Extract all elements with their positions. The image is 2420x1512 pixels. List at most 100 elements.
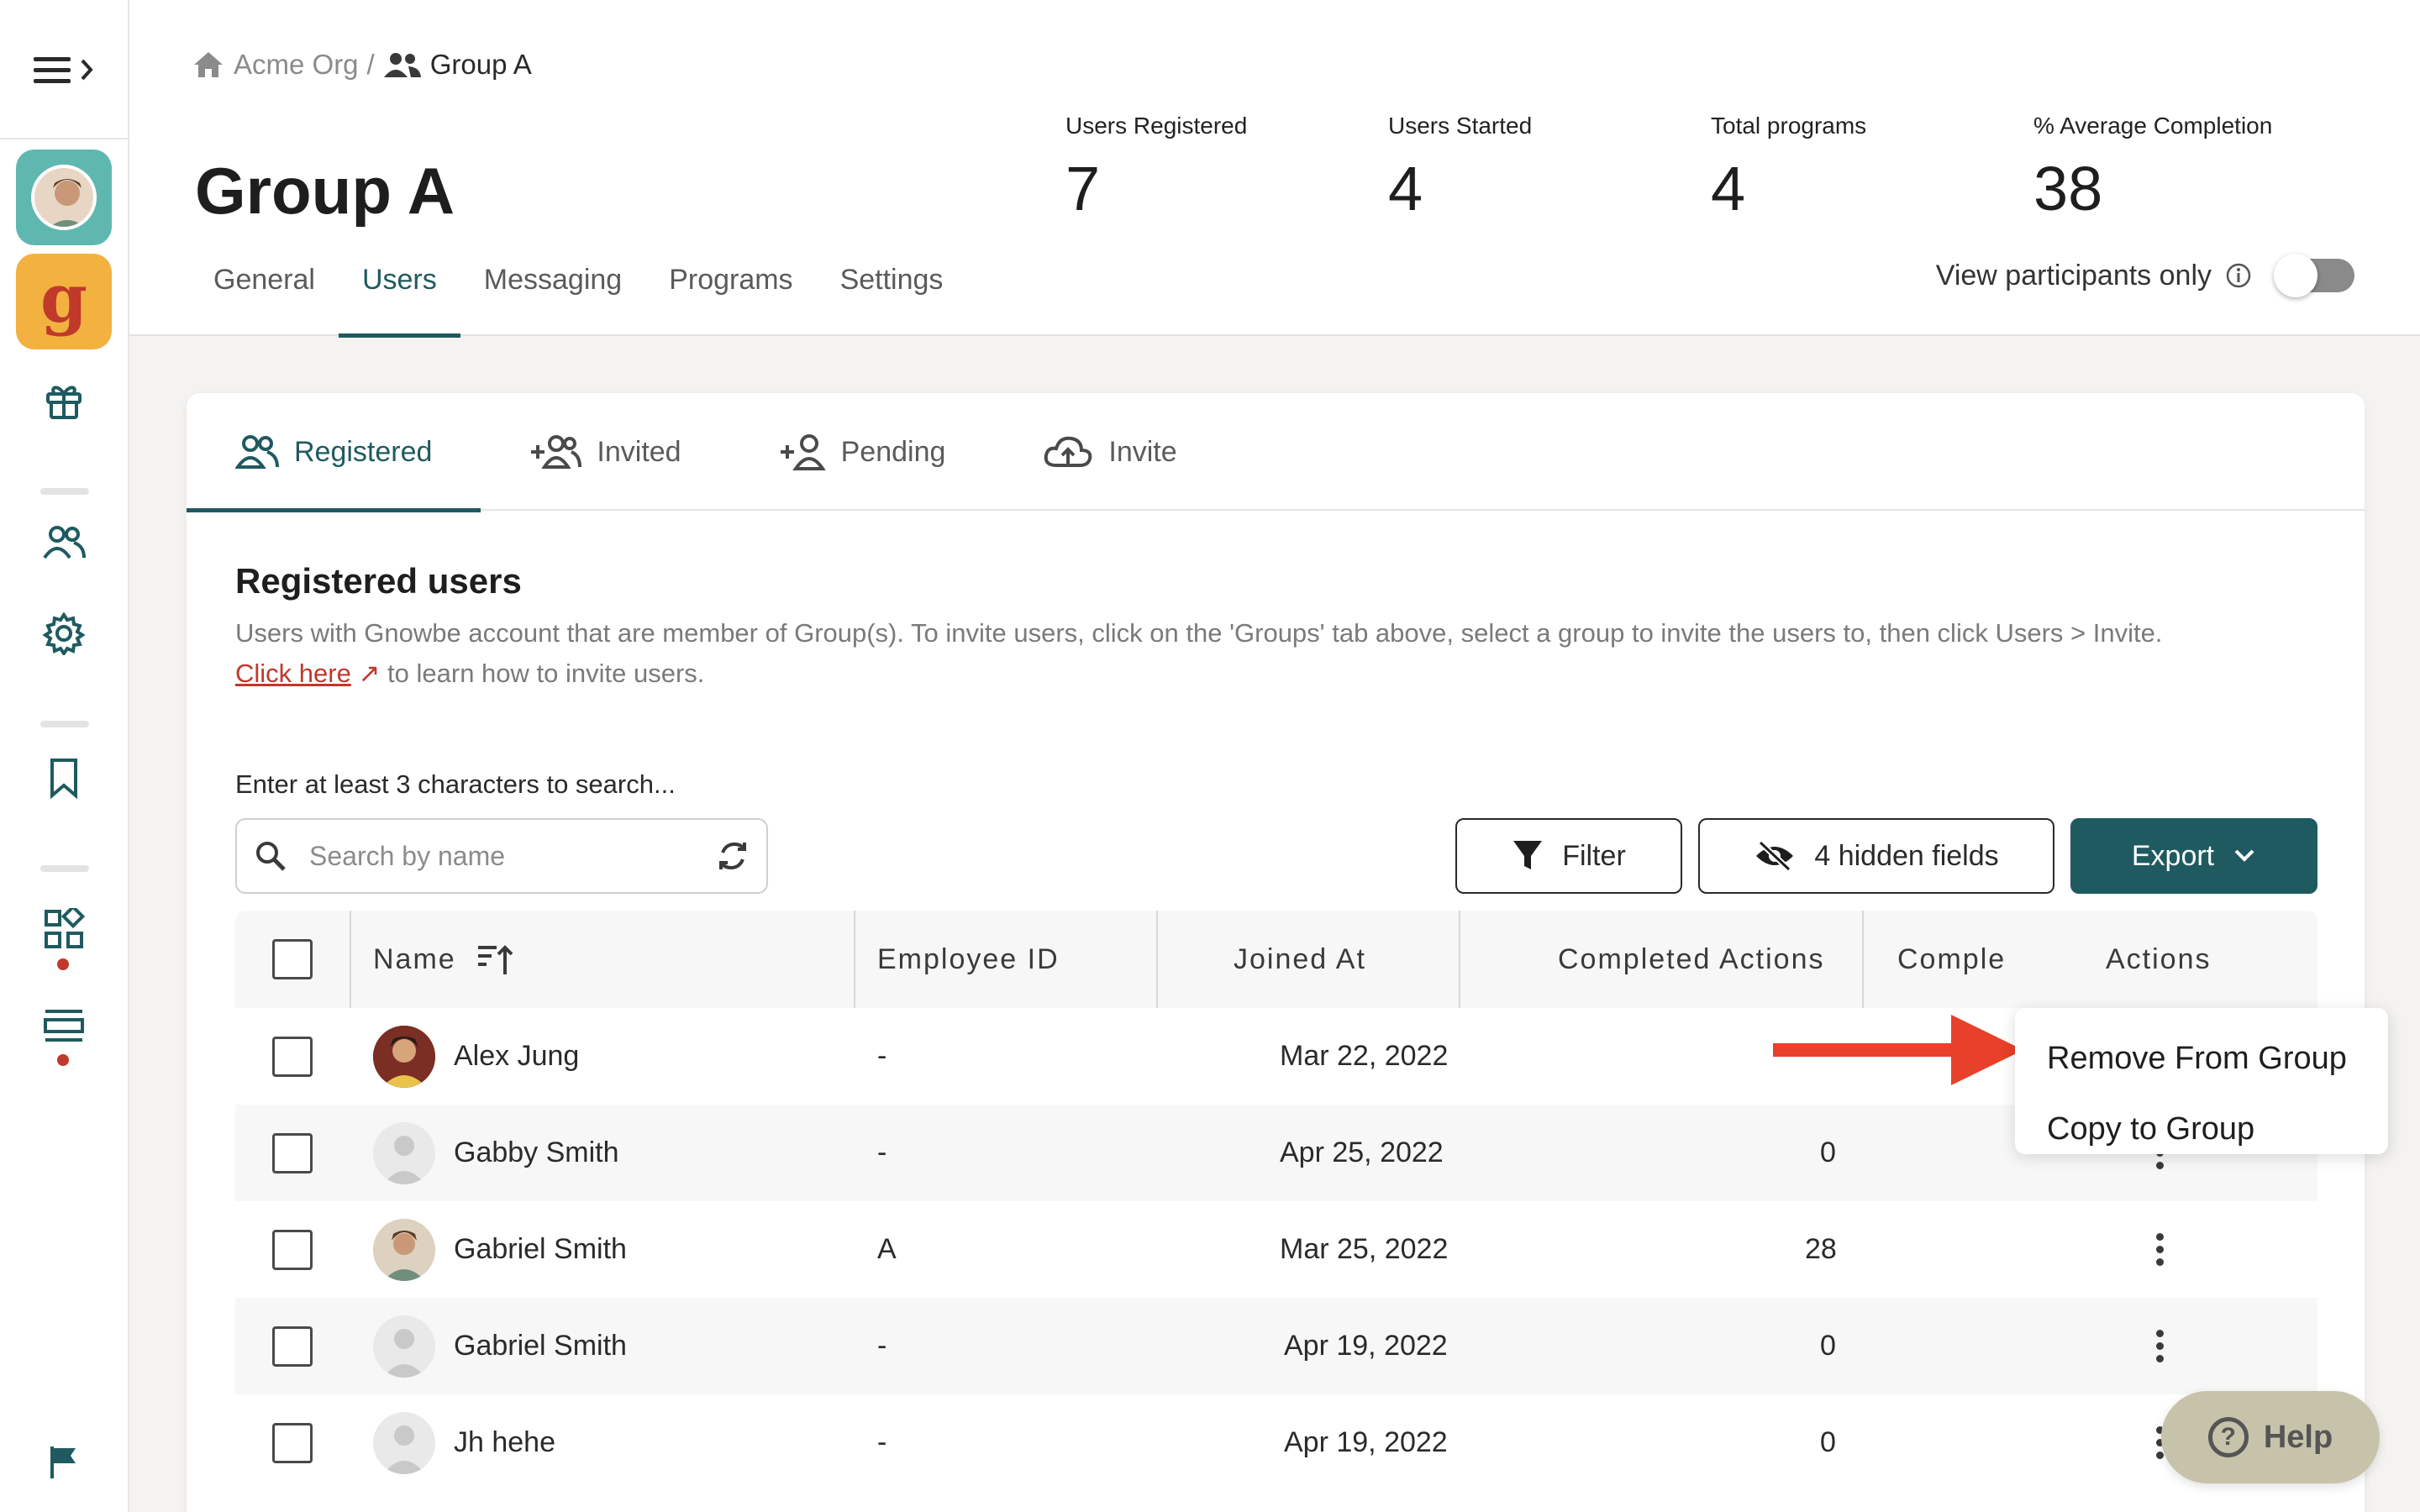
avatar	[373, 1025, 435, 1088]
col-joined-at[interactable]: Joined At	[1234, 911, 1366, 1008]
user-name[interactable]: Alex Jung	[454, 1040, 579, 1073]
tab-programs[interactable]: Programs	[645, 249, 816, 336]
subtab-registered[interactable]: Registered	[187, 393, 481, 512]
row-select-cell	[272, 1105, 313, 1201]
name-cell: Gabriel Smith	[373, 1298, 627, 1394]
users-icon[interactable]	[39, 517, 89, 568]
completed-actions-cell: 0	[1820, 1330, 1836, 1362]
subtab-label: Invite	[1108, 435, 1177, 468]
participants-toggle[interactable]	[2274, 254, 2354, 297]
joined-at-cell: Apr 19, 2022	[1284, 1426, 1448, 1458]
tab-messaging[interactable]: Messaging	[460, 249, 645, 336]
gift-icon[interactable]	[39, 375, 89, 425]
home-icon[interactable]	[192, 50, 225, 80]
user-name[interactable]: Gabriel Smith	[454, 1233, 627, 1266]
row-checkbox[interactable]	[272, 1132, 313, 1173]
row-checkbox[interactable]	[272, 1326, 313, 1367]
search-placeholder: Search by name	[309, 840, 506, 871]
breadcrumb-separator: /	[366, 49, 375, 80]
user-name[interactable]: Gabby Smith	[454, 1137, 619, 1169]
employee-id-cell: A	[877, 1233, 897, 1265]
invited-users-icon	[531, 435, 582, 469]
subtab-label: Invited	[597, 435, 681, 468]
notification-dot	[57, 958, 69, 970]
link-suffix: to learn how to invite users.	[380, 659, 705, 688]
export-button[interactable]: Export	[2070, 818, 2317, 894]
table-row[interactable]: Gabriel Smith A Mar 25, 2022 28	[235, 1201, 2317, 1298]
select-all-cell	[272, 911, 313, 1008]
user-name[interactable]: Jh hehe	[454, 1426, 555, 1459]
row-checkbox[interactable]	[272, 1422, 313, 1463]
table-row[interactable]: Jh hehe - Apr 19, 2022 0	[235, 1394, 2317, 1491]
refresh-icon[interactable]	[716, 839, 750, 873]
row-select-cell	[272, 1201, 313, 1298]
notification-dot	[57, 1054, 69, 1066]
completed-actions-cell: 0	[1820, 1426, 1836, 1458]
tab-settings[interactable]: Settings	[817, 249, 967, 336]
col-completed-actions[interactable]: Completed Actions	[1558, 911, 1825, 1008]
hamburger-icon	[34, 57, 93, 83]
help-link-line: Click here ↗ to learn how to invite user…	[235, 654, 2319, 694]
subtab-pending[interactable]: Pending	[730, 393, 995, 511]
name-cell: Jh hehe	[373, 1394, 555, 1491]
tab-general[interactable]: General	[190, 249, 339, 336]
table-row[interactable]: Gabby Smith - Apr 25, 2022 0	[235, 1105, 2317, 1201]
select-all-checkbox[interactable]	[272, 939, 313, 979]
click-here-link[interactable]: Click here	[235, 659, 351, 688]
subtab-invited[interactable]: Invited	[481, 393, 729, 511]
bookmark-icon[interactable]	[39, 753, 89, 803]
gnowbe-logo-icon: g	[40, 259, 87, 338]
row-checkbox[interactable]	[272, 1229, 313, 1270]
stat-users-registered: Users Registered 7	[1065, 113, 1247, 224]
flag-icon[interactable]	[39, 1436, 89, 1487]
layout-list-icon[interactable]	[39, 1001, 89, 1052]
settings-gear-icon[interactable]	[39, 608, 89, 659]
user-subtabs: Registered Invited Pending Invite	[187, 393, 2365, 512]
joined-at-cell: Apr 25, 2022	[1280, 1137, 1444, 1168]
description-text: Users with Gnowbe account that are membe…	[235, 618, 2163, 648]
column-divider	[1156, 911, 1158, 1008]
menu-toggle-button[interactable]	[34, 52, 101, 89]
users-table: Name Employee ID Joined At Completed Act…	[235, 911, 2317, 1491]
column-divider	[854, 911, 855, 1008]
group-header: Acme Org / Group A Group A Users Registe…	[129, 0, 2420, 338]
subtab-invite[interactable]: Invite	[994, 393, 1225, 511]
gnowbe-app-tile[interactable]: g	[16, 254, 112, 349]
add-user-icon	[780, 434, 826, 470]
stat-label: Users Registered	[1065, 113, 1248, 139]
hidden-fields-button[interactable]: 4 hidden fields	[1698, 818, 2054, 894]
users-card: Registered Invited Pending Invite Regist…	[187, 393, 2365, 1512]
avatar	[31, 165, 97, 230]
widgets-icon[interactable]	[39, 904, 89, 954]
col-name[interactable]: Name	[373, 911, 513, 1008]
breadcrumb-org[interactable]: Acme Org	[234, 49, 359, 81]
row-actions-cell	[2156, 1298, 2164, 1394]
search-input[interactable]: Search by name	[235, 818, 768, 894]
info-icon[interactable]	[2225, 262, 2252, 289]
completed-actions-cell: 0	[1820, 1137, 1836, 1168]
filter-button[interactable]: Filter	[1455, 818, 1682, 894]
breadcrumb-group: Group A	[429, 49, 532, 80]
toggle-knob	[2274, 254, 2317, 297]
row-checkbox[interactable]	[272, 1036, 313, 1077]
col-employee-id[interactable]: Employee ID	[877, 911, 1060, 1008]
more-vertical-icon[interactable]	[2156, 1330, 2164, 1362]
profile-tile[interactable]	[16, 150, 112, 245]
tab-users[interactable]: Users	[338, 249, 460, 338]
col-completion[interactable]: Comple	[1897, 911, 2015, 1008]
rail-separator	[40, 721, 89, 727]
help-button[interactable]: ? Help	[2161, 1391, 2380, 1483]
row-select-cell	[272, 1394, 313, 1491]
table-row[interactable]: Gabriel Smith - Apr 19, 2022 0	[235, 1298, 2317, 1394]
search-icon	[256, 842, 286, 871]
default-avatar-icon	[373, 1315, 435, 1378]
name-cell: Alex Jung	[373, 1008, 579, 1105]
more-vertical-icon[interactable]	[2156, 1233, 2164, 1266]
name-cell: Gabriel Smith	[373, 1201, 627, 1298]
copy-to-group-option[interactable]: Copy to Group	[2015, 1094, 2388, 1164]
cloud-upload-icon	[1044, 436, 1092, 467]
sort-ascending-icon[interactable]	[476, 942, 513, 976]
user-name[interactable]: Gabriel Smith	[454, 1330, 627, 1362]
remove-from-group-option[interactable]: Remove From Group	[2015, 1023, 2388, 1094]
section-description: Users with Gnowbe account that are membe…	[235, 613, 2319, 694]
